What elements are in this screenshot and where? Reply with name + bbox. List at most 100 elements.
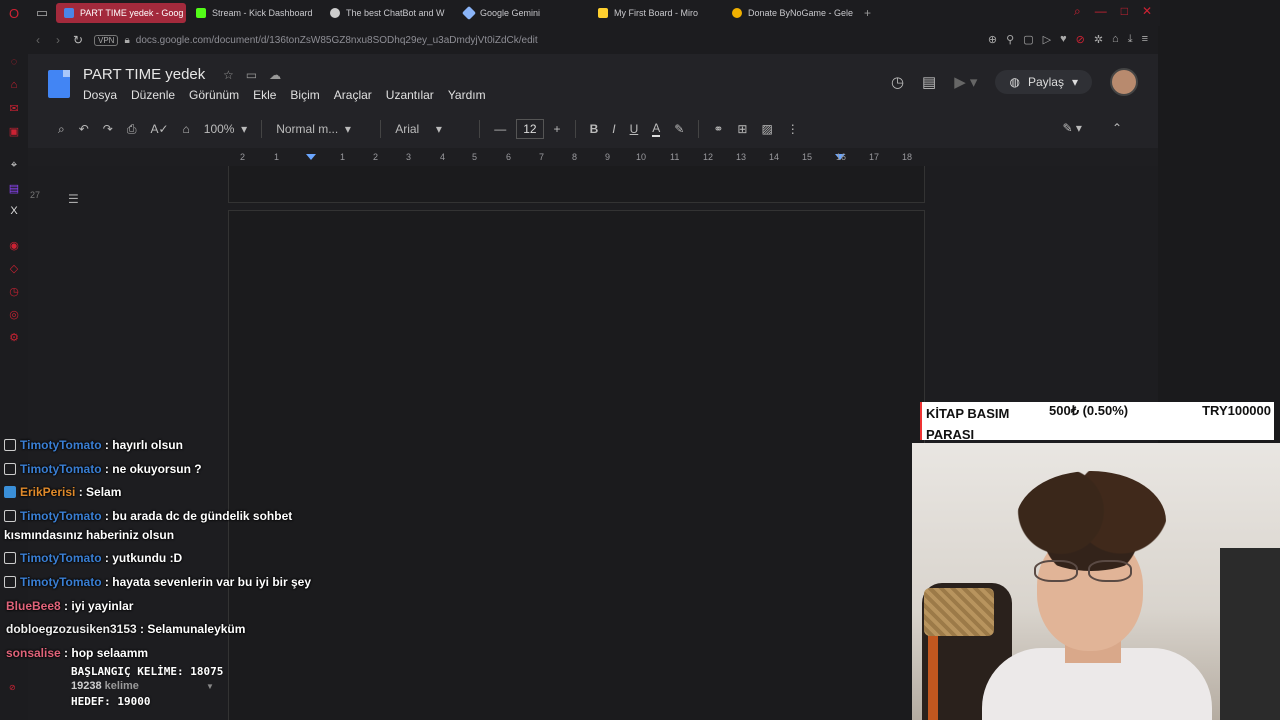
vpn-badge[interactable]: VPN	[94, 34, 119, 46]
menu-edit[interactable]: Düzenle	[131, 88, 175, 102]
word-count-chevron-icon[interactable]: ▼	[206, 682, 214, 691]
forward-icon[interactable]: ›	[48, 33, 68, 47]
twitch-icon[interactable]: ▤	[7, 182, 21, 196]
bold-icon[interactable]: B	[590, 122, 599, 136]
toolbar-right: ✎ ▾ ⌃	[1063, 121, 1122, 135]
spellcheck-icon[interactable]: A✓	[150, 122, 168, 136]
undo-icon[interactable]: ↶	[79, 122, 89, 136]
url-field[interactable]: docs.google.com/document/d/136tonZsW85GZ…	[136, 35, 538, 46]
word-count-number: 19238	[71, 680, 102, 692]
search-menus-icon[interactable]: ⌕	[58, 122, 65, 137]
highlight-icon[interactable]: ✎	[674, 122, 684, 136]
add-comment-icon[interactable]: ⊞	[737, 122, 747, 136]
comments-icon[interactable]: ▤	[922, 73, 936, 91]
zoom-icon[interactable]: ⊕	[988, 33, 997, 46]
tab-kick[interactable]: Stream - Kick Dashboard	[188, 3, 320, 23]
decrease-font-icon[interactable]: —	[494, 122, 506, 136]
menu-file[interactable]: Dosya	[83, 88, 117, 102]
x-icon[interactable]: X	[7, 205, 21, 219]
print-icon[interactable]: ⎙	[127, 122, 137, 137]
tab-docs[interactable]: PART TIME yedek - Goog	[56, 3, 186, 23]
opera-menu-icon[interactable]: O	[0, 0, 28, 26]
style-select[interactable]: Normal m... ▾	[276, 122, 366, 136]
maximize-icon[interactable]: □	[1121, 4, 1128, 19]
tab-overview-icon[interactable]: ▭	[28, 0, 56, 26]
menu-insert[interactable]: Ekle	[253, 88, 276, 102]
player-icon[interactable]: ◉	[7, 239, 21, 253]
close-icon[interactable]: ✕	[1142, 4, 1152, 19]
meet-icon[interactable]: ▶ ▾	[954, 73, 977, 91]
previous-page[interactable]	[228, 166, 925, 203]
redo-icon[interactable]: ↷	[103, 122, 113, 136]
increase-font-icon[interactable]: +	[554, 122, 561, 136]
document-title[interactable]: PART TIME yedek	[83, 66, 205, 83]
menu-tools[interactable]: Araçlar	[334, 88, 372, 102]
menu-extensions[interactable]: Uzantılar	[386, 88, 434, 102]
pin-page-icon[interactable]: ⚲	[1006, 33, 1014, 46]
minimize-icon[interactable]: —	[1095, 4, 1107, 19]
paint-format-icon[interactable]: ⌂	[183, 122, 190, 136]
more-options-icon[interactable]: ⋮	[787, 122, 799, 136]
flow-icon[interactable]: ⊘	[1076, 33, 1085, 46]
underline-icon[interactable]: U	[630, 122, 639, 136]
play-icon[interactable]: ▷	[1043, 33, 1051, 46]
chat-text: : bu arada dc de gündelik sohbet	[104, 509, 293, 523]
collapse-menus-icon[interactable]: ⌃	[1112, 121, 1122, 135]
left-lens	[1034, 560, 1078, 582]
left-indent-marker[interactable]	[306, 154, 316, 160]
shopping-icon[interactable]: ⌂	[7, 79, 21, 93]
insert-image-icon[interactable]: ▨	[761, 122, 772, 136]
chat-text: : hayata sevenlerin var bu iyi bir şey	[104, 575, 312, 589]
new-tab-icon[interactable]: +	[858, 6, 877, 20]
ai-icon[interactable]: ◌	[7, 56, 21, 70]
font-select[interactable]: Arial ▾	[395, 122, 465, 136]
history-icon[interactable]: ◷	[7, 285, 21, 299]
document-page[interactable]	[228, 210, 925, 720]
version-history-icon[interactable]: ◷	[891, 73, 904, 91]
easy-setup-icon[interactable]: ≡	[1142, 33, 1148, 46]
tab-bynogame[interactable]: Donate ByNoGame - Gele	[724, 3, 856, 23]
menu-help[interactable]: Yardım	[448, 88, 486, 102]
font-size-input[interactable]: 12	[516, 119, 544, 139]
menu-view[interactable]: Görünüm	[189, 88, 239, 102]
messenger-icon[interactable]: ✉	[7, 102, 21, 116]
tab-gemini[interactable]: Google Gemini	[456, 3, 588, 23]
browser-sidebar: O ◌ ⌂ ✉ ▣ ⌖ ▤ X ◉ ◇ ◷ ◎ ⚙	[0, 4, 28, 720]
move-folder-icon[interactable]: ▭	[246, 68, 257, 82]
share-button[interactable]: ◍ Paylaş ▾	[995, 70, 1092, 94]
media-icon[interactable]: ▣	[7, 125, 21, 139]
download-icon[interactable]: ⤓	[1128, 33, 1133, 46]
settings-icon[interactable]: ⚙	[7, 331, 21, 345]
pin-icon[interactable]: ⌖	[7, 159, 21, 173]
reload-icon[interactable]: ↻	[68, 33, 88, 47]
heart-icon[interactable]: ♥	[1060, 33, 1067, 46]
extensions-puzzle-icon[interactable]: ✲	[1094, 33, 1103, 46]
cloud-status-icon[interactable]: ☁	[269, 68, 281, 82]
wallet-icon[interactable]: ⌂	[1112, 33, 1119, 46]
lock-icon[interactable]: 🔒︎	[124, 35, 129, 46]
avatar[interactable]	[1110, 68, 1138, 96]
tab-miro[interactable]: My First Board - Miro	[590, 3, 722, 23]
zoom-select[interactable]: 100% ▾	[204, 122, 247, 136]
tab-chatbot[interactable]: The best ChatBot and W	[322, 3, 454, 23]
sidebar-more-icon[interactable]: ⊘	[9, 683, 16, 692]
extensions-icon[interactable]: ◎	[7, 308, 21, 322]
bookmark-icon[interactable]: ◇	[7, 262, 21, 276]
star-icon[interactable]: ☆	[223, 68, 234, 82]
back-icon[interactable]: ‹	[28, 33, 48, 47]
editing-mode-icon[interactable]: ✎ ▾	[1063, 121, 1082, 135]
divider	[261, 120, 263, 138]
zoom-value: 100%	[203, 122, 235, 136]
document-outline-icon[interactable]: ☰	[68, 192, 79, 206]
search-tabs-icon[interactable]: ⌕	[1074, 4, 1081, 19]
share-label: Paylaş	[1027, 75, 1064, 89]
text-color-icon[interactable]: A	[652, 121, 661, 137]
italic-icon[interactable]: I	[612, 122, 615, 136]
snapshot-icon[interactable]: ▢	[1023, 33, 1033, 46]
chat-message: dobloegzozusiken3153 : Selamunaleyküm	[6, 622, 245, 636]
menu-format[interactable]: Biçim	[290, 88, 319, 102]
divider	[698, 120, 700, 138]
ruler-tick: 10	[636, 152, 647, 162]
docs-logo-icon[interactable]	[48, 70, 70, 98]
link-icon[interactable]: ⚭	[713, 122, 723, 136]
